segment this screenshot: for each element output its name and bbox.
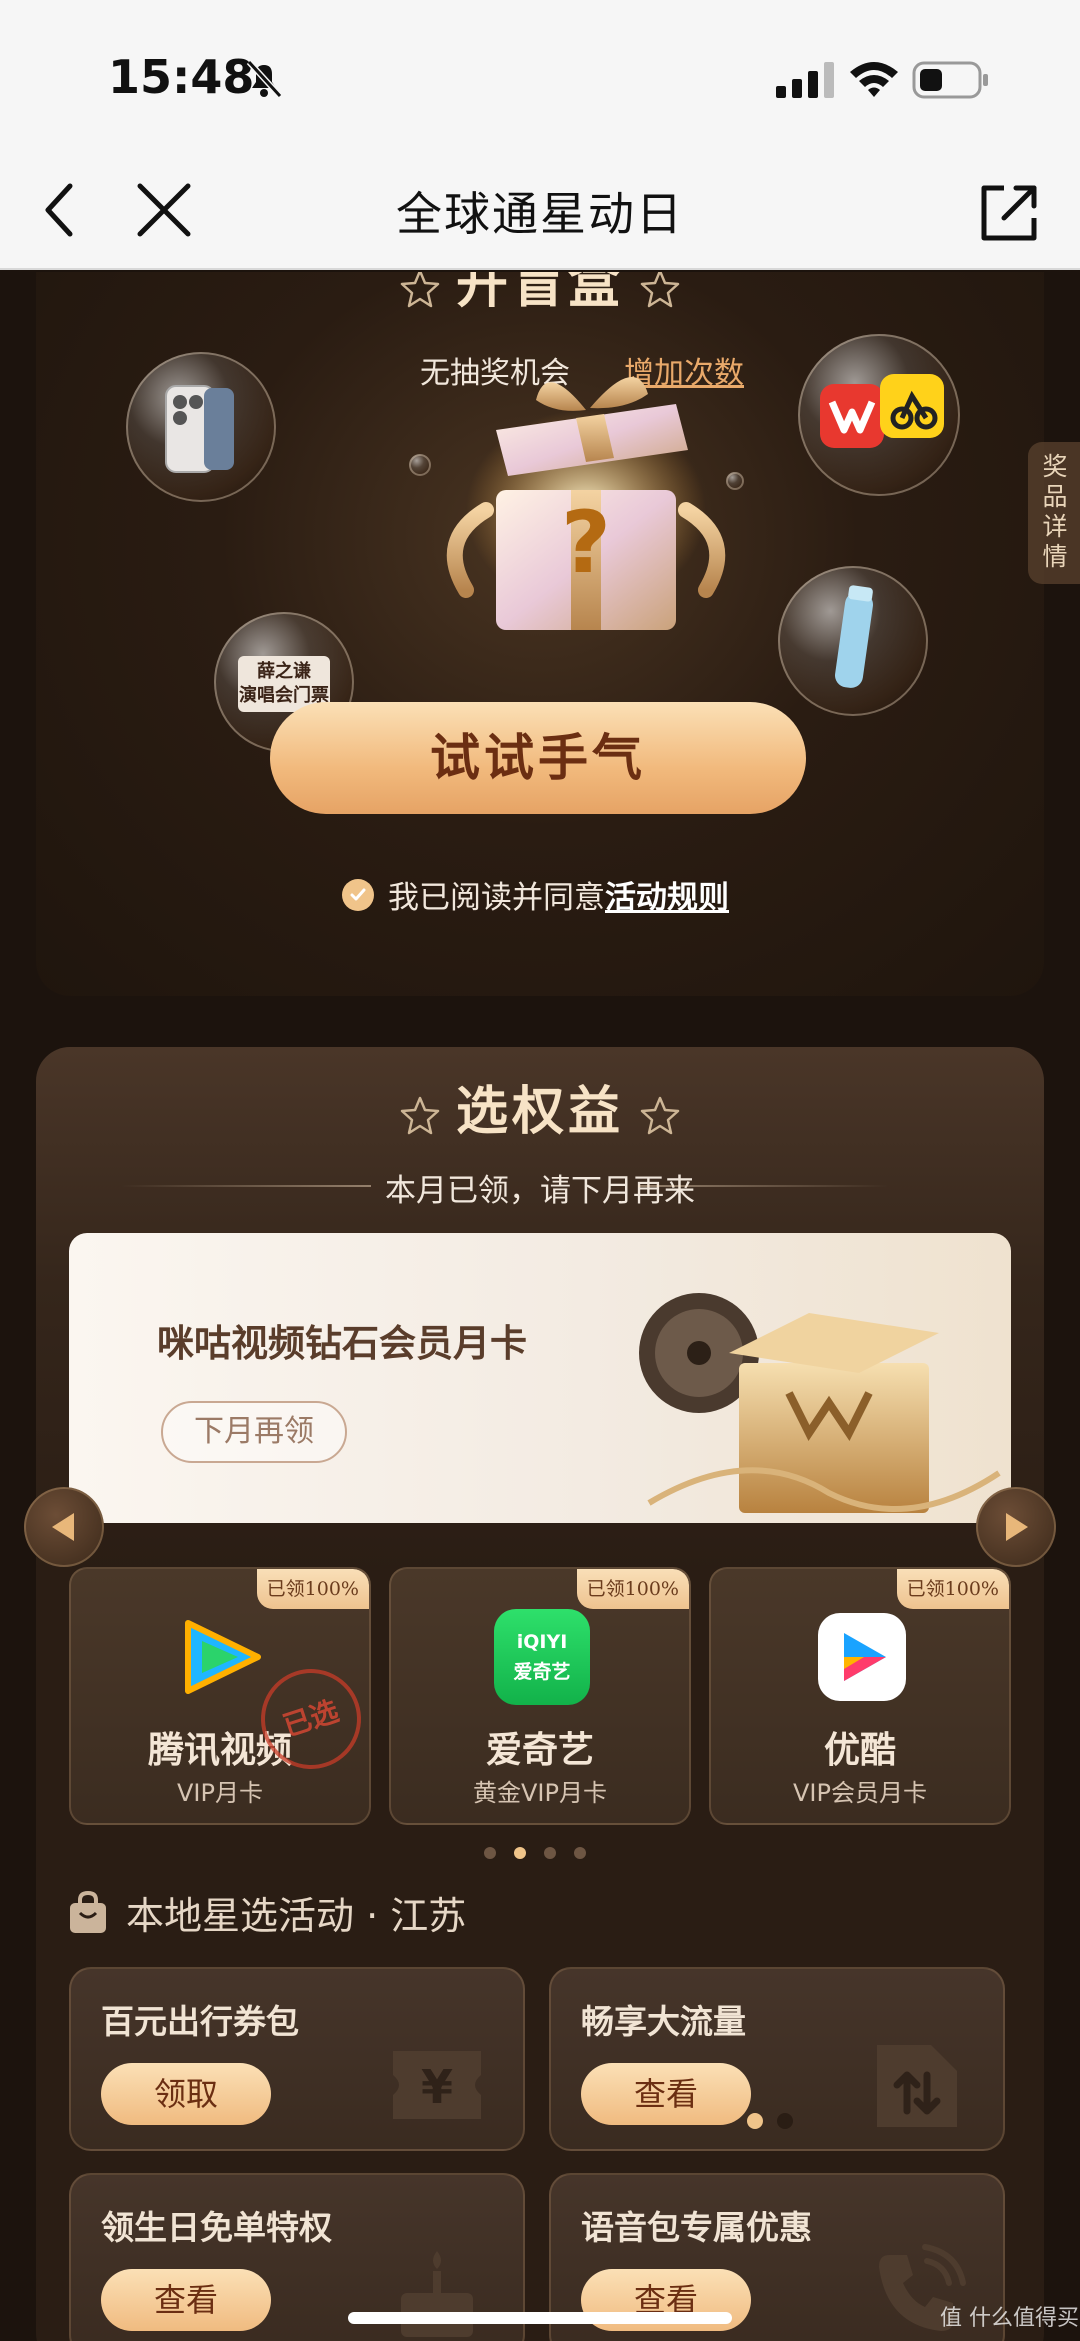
view-button[interactable]: 查看 <box>101 2269 271 2331</box>
rights-title-row: 选权益 <box>36 1069 1044 1144</box>
activity-title: 百元出行券包 <box>101 2002 299 2041</box>
carousel-prev-icon[interactable] <box>24 1487 104 1567</box>
yuan-ticket-icon: ¥ <box>393 2051 481 2119</box>
status-time: 15:48 <box>108 50 255 104</box>
nav-bar: 全球通星动日 <box>0 150 1080 270</box>
mystery-gift-box-icon: ? <box>446 376 726 630</box>
agree-rules-row[interactable]: 我已阅读并同意 活动规则 <box>342 872 729 917</box>
vip-card-youku[interactable]: 已领100% 优酷 VIP会员月卡 <box>709 1567 1011 1825</box>
month-note: 本月已领，请下月再来 <box>385 1173 695 1209</box>
shopping-bag-icon <box>70 1890 106 1933</box>
try-luck-button[interactable]: 试试手气 <box>270 702 806 814</box>
vip-name: 爱奇艺 <box>485 1730 594 1771</box>
iqiyi-logo-icon: iQIYI 爱奇艺 <box>494 1609 590 1705</box>
local-activities-title: 本地星选活动 · 江苏 <box>126 1894 467 1938</box>
home-indicator[interactable] <box>348 2312 732 2324</box>
view-button[interactable]: 查看 <box>581 2063 751 2125</box>
mini-dot-active <box>747 2113 763 2129</box>
wifi-icon <box>850 62 898 97</box>
star-icon <box>400 1096 440 1135</box>
vip-card-tencent[interactable]: 已领100% 腾讯视频 VIP月卡 已选 <box>69 1567 371 1825</box>
bell-muted-icon <box>246 59 283 99</box>
vip-sub: 黄金VIP月卡 <box>473 1779 607 1807</box>
vip-card-iqiyi[interactable]: 已领100% iQIYI 爱奇艺 爱奇艺 黄金VIP月卡 <box>389 1567 691 1825</box>
app-logos-icon <box>820 374 944 448</box>
tencent-video-logo-icon <box>185 1620 261 1694</box>
vip-name: 优酷 <box>823 1730 896 1771</box>
blind-box-title: 开盲盒 <box>455 272 624 315</box>
claimed-badge: 已领100% <box>896 1569 1009 1609</box>
carousel-dot[interactable] <box>574 1847 586 1859</box>
vip-sub: VIP会员月卡 <box>793 1779 927 1807</box>
blind-box-title-row: 开盲盒 <box>36 272 1044 317</box>
claimed-badge: 已领100% <box>576 1569 689 1609</box>
local-activities-heading: 本地星选活动 · 江苏 <box>68 1885 466 1940</box>
carousel-dot[interactable] <box>544 1847 556 1859</box>
mini-dot <box>777 2113 793 2129</box>
prize-bottle-bubble <box>778 566 928 716</box>
watermark: 值 什么值得买 <box>940 2306 1079 2331</box>
carousel-next-icon[interactable] <box>976 1487 1056 1567</box>
youku-logo-icon <box>818 1613 906 1701</box>
activity-title: 畅享大流量 <box>581 2002 746 2041</box>
activity-card[interactable]: 百元出行券包 领取 ¥ <box>69 1967 525 2151</box>
vip-sub: VIP月卡 <box>177 1779 263 1807</box>
blind-box-card: 开盲盒 无抽奖机会 增加次数 薛之谦 演唱会门票 ? 试试手气 我已阅读并同意 … <box>36 272 1080 996</box>
prize-details-label: 奖品详情 <box>1042 452 1068 571</box>
carousel-dot-active[interactable] <box>514 1847 526 1859</box>
thermos-icon <box>835 585 873 688</box>
carousel-dot[interactable] <box>484 1847 496 1859</box>
next-month-button[interactable]: 下月再领 <box>161 1401 347 1463</box>
activity-title: 领生日免单特权 <box>101 2208 332 2247</box>
claim-button[interactable]: 领取 <box>101 2063 271 2125</box>
gold-gift-box-icon <box>639 1293 1001 1513</box>
activity-card[interactable]: 畅享大流量 查看 <box>549 1967 1005 2151</box>
phone-prize-icon <box>165 385 234 473</box>
rules-link[interactable]: 活动规则 <box>605 872 729 917</box>
data-flow-icon <box>877 2045 957 2127</box>
divider-line <box>638 1185 888 1187</box>
prize-app-bubble <box>798 334 960 496</box>
star-icon <box>640 1096 680 1135</box>
star-icon <box>640 272 680 308</box>
mini-carousel-dots <box>747 2113 793 2129</box>
prize-phone-bubble <box>126 352 276 502</box>
carousel-dots <box>484 1847 586 1859</box>
agree-text: 我已阅读并同意 <box>388 880 605 916</box>
claimed-badge: 已领100% <box>256 1569 369 1609</box>
birthday-cake-icon <box>401 2251 473 2337</box>
star-icon <box>400 272 440 308</box>
rights-card: 选权益 本月已领，请下月再来 咪咕视频钻石会员月卡 下月再领 已领100% 腾讯… <box>24 1047 1056 2341</box>
rights-title: 选权益 <box>455 1082 624 1142</box>
svg-text:?: ? <box>561 493 611 593</box>
agree-check-icon[interactable] <box>342 878 374 911</box>
battery-icon <box>912 61 988 99</box>
migu-banner[interactable]: 咪咕视频钻石会员月卡 下月再领 <box>69 1233 1011 1523</box>
svg-text:¥: ¥ <box>421 2060 453 2114</box>
banner-title: 咪咕视频钻石会员月卡 <box>157 1322 527 1365</box>
share-icon[interactable] <box>970 174 1050 250</box>
page-title: 全球通星动日 <box>396 187 684 241</box>
page-content: 开盲盒 无抽奖机会 增加次数 薛之谦 演唱会门票 ? 试试手气 我已阅读并同意 … <box>0 272 1080 2341</box>
status-bar: 15:48 <box>0 0 1080 150</box>
cellular-signal-icon <box>776 62 834 98</box>
prize-details-tab[interactable]: 奖品详情 <box>1028 442 1080 584</box>
activity-title: 语音包专属优惠 <box>581 2208 812 2247</box>
